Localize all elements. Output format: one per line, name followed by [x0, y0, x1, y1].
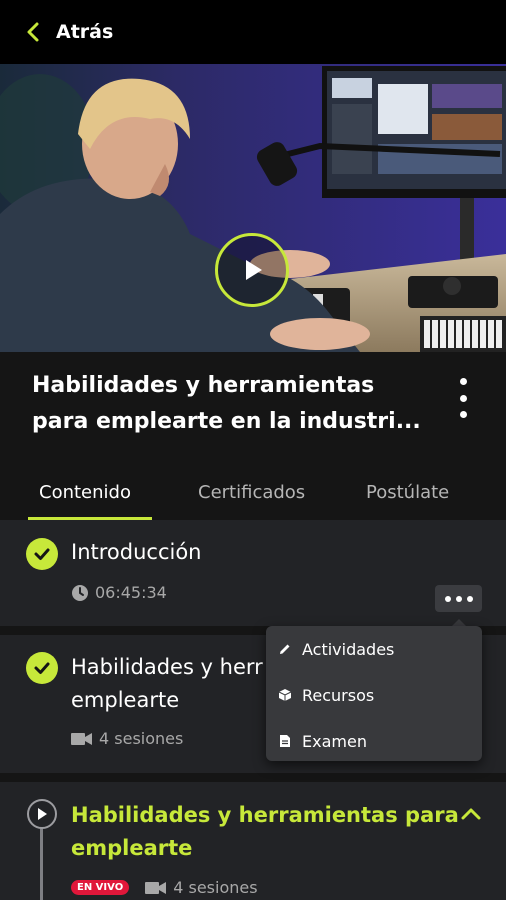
- more-options-button[interactable]: [452, 378, 474, 418]
- completed-check-icon: [26, 538, 58, 570]
- menu-item-actividades[interactable]: Actividades: [266, 626, 482, 672]
- document-icon: [280, 735, 290, 747]
- current-lesson-marker: [27, 799, 57, 829]
- section-introduccion[interactable]: Introducción 06:45:34: [0, 520, 506, 626]
- play-button[interactable]: [215, 233, 289, 307]
- dot-icon: [455, 595, 462, 602]
- section-options-button[interactable]: [435, 585, 482, 612]
- menu-item-examen[interactable]: Examen: [266, 718, 482, 764]
- section-title-line-2: emplearte: [71, 836, 193, 860]
- timeline-line: [40, 828, 43, 900]
- course-header: Habilidades y herramientas para empleart…: [0, 352, 506, 464]
- completed-check-icon: [26, 652, 58, 684]
- tab-bar: Contenido Certificados Postúlate: [0, 464, 506, 520]
- section-title-line-1: Habilidades y herramientas para: [71, 803, 459, 827]
- cube-icon: [278, 689, 292, 701]
- dot-icon: [466, 595, 473, 602]
- dot-icon: [444, 595, 451, 602]
- video-camera-icon: [145, 881, 167, 894]
- section-duration: 06:45:34: [71, 583, 167, 602]
- chevron-left-icon: [27, 22, 39, 42]
- section-title-line-1: Habilidades y herr: [71, 655, 263, 679]
- tab-certificados[interactable]: Certificados: [198, 482, 305, 503]
- video-thumbnail[interactable]: [0, 64, 506, 352]
- menu-item-recursos[interactable]: Recursos: [266, 672, 482, 718]
- duration-text: 06:45:34: [95, 583, 167, 602]
- clock-icon: [72, 584, 88, 601]
- back-button[interactable]: Atrás: [22, 20, 113, 44]
- pencil-icon: [280, 644, 290, 654]
- course-title: Habilidades y herramientas para empleart…: [32, 373, 421, 434]
- menu-item-label: Recursos: [302, 685, 375, 705]
- video-thumbnail-image: [0, 64, 506, 352]
- section-sessions: EN VIVO 4 sesiones: [71, 878, 258, 897]
- dot-icon: [459, 394, 467, 402]
- play-icon: [246, 260, 262, 280]
- top-bar: Atrás: [0, 0, 506, 64]
- tab-contenido[interactable]: Contenido: [39, 482, 131, 503]
- section-sessions: 4 sesiones: [71, 729, 183, 748]
- divider: [0, 773, 506, 782]
- menu-item-label: Actividades: [302, 639, 395, 659]
- dot-icon: [459, 378, 467, 385]
- sessions-text: 4 sesiones: [99, 729, 184, 748]
- section-title-line-2: emplearte: [71, 688, 180, 712]
- chevron-up-icon[interactable]: [460, 806, 482, 822]
- video-camera-icon: [71, 732, 92, 745]
- section-title: Introducción: [71, 540, 202, 564]
- live-badge: EN VIVO: [71, 880, 130, 895]
- play-icon: [38, 808, 47, 820]
- back-label: Atrás: [56, 21, 114, 43]
- menu-item-label: Examen: [302, 731, 367, 751]
- options-menu: Actividades Recursos Examen: [266, 626, 482, 761]
- sessions-text: 4 sesiones: [173, 878, 258, 897]
- section-habilidades-current[interactable]: Habilidades y herramientas para empleart…: [0, 782, 506, 900]
- dot-icon: [459, 411, 467, 418]
- tab-postulate[interactable]: Postúlate: [366, 482, 449, 503]
